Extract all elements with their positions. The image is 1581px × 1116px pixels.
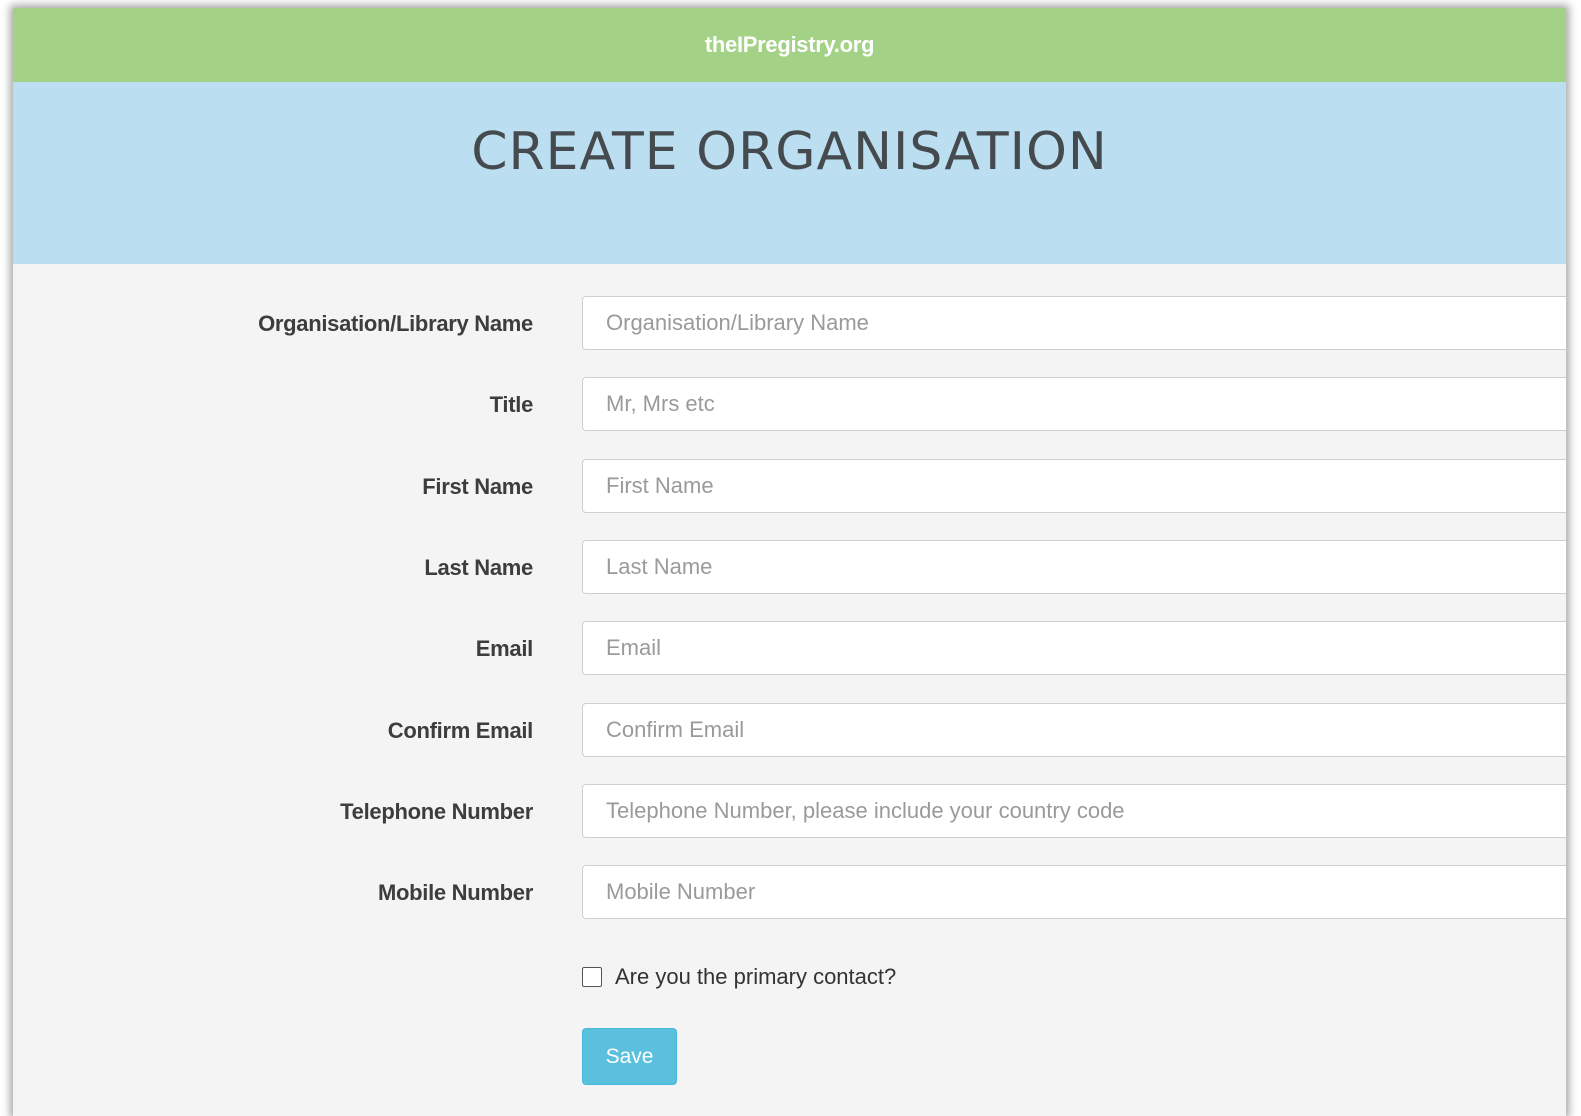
- confirm-email-label: Confirm Email: [387, 718, 534, 743]
- form-row-telephone: Telephone Number: [13, 784, 1566, 840]
- primary-contact-label[interactable]: Are you the primary contact?: [615, 964, 896, 990]
- form-row-last-name: Last Name: [13, 540, 1566, 596]
- organisation-name-label: Organisation/Library Name: [258, 311, 533, 336]
- telephone-input[interactable]: [582, 784, 1566, 838]
- save-button[interactable]: Save: [582, 1028, 677, 1085]
- top-navbar: theIPregistry.org: [13, 8, 1566, 82]
- form-row-title: Title: [13, 377, 1566, 433]
- title-input[interactable]: [582, 377, 1566, 431]
- mobile-label: Mobile Number: [378, 880, 533, 905]
- telephone-label: Telephone Number: [340, 799, 533, 824]
- first-name-input[interactable]: [582, 459, 1566, 513]
- email-input[interactable]: [582, 621, 1566, 675]
- form-row-email: Email: [13, 621, 1566, 677]
- first-name-label: First Name: [422, 474, 533, 499]
- primary-contact-row: Are you the primary contact?: [582, 962, 896, 992]
- organisation-name-input[interactable]: [582, 296, 1566, 350]
- page-header: CREATE ORGANISATION: [13, 82, 1566, 264]
- page-title: CREATE ORGANISATION: [471, 122, 1108, 182]
- form-row-mobile: Mobile Number: [13, 865, 1566, 921]
- last-name-label: Last Name: [424, 555, 533, 580]
- title-label: Title: [489, 392, 534, 417]
- mobile-input[interactable]: [582, 865, 1566, 919]
- email-label: Email: [475, 636, 534, 661]
- form-row-confirm-email: Confirm Email: [13, 703, 1566, 759]
- form-row-first-name: First Name: [13, 459, 1566, 515]
- primary-contact-checkbox[interactable]: [582, 967, 602, 987]
- confirm-email-input[interactable]: [582, 703, 1566, 757]
- app-window: theIPregistry.org CREATE ORGANISATION Or…: [13, 8, 1566, 1116]
- last-name-input[interactable]: [582, 540, 1566, 594]
- form-row-organisation-name: Organisation/Library Name: [13, 296, 1566, 352]
- site-brand-link[interactable]: theIPregistry.org: [705, 32, 875, 58]
